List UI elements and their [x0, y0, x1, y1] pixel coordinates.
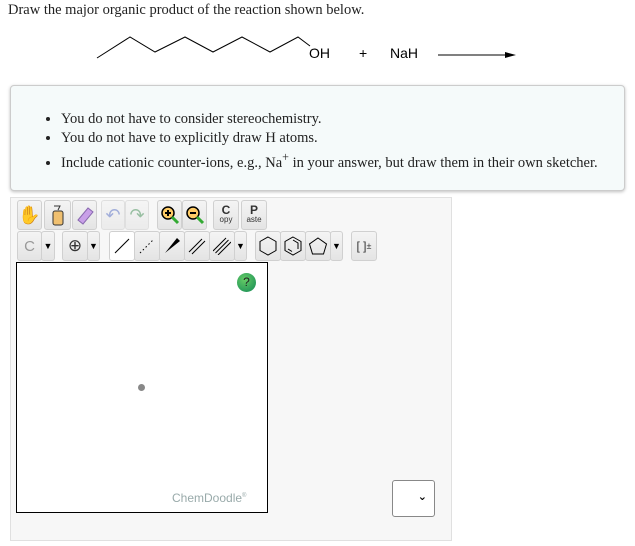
- double-bond-button[interactable]: [184, 231, 210, 261]
- arrow-head: [505, 52, 516, 58]
- dropdown-arrow-icon: ▼: [89, 241, 98, 251]
- instructions-box: You do not have to consider stereochemis…: [10, 85, 625, 191]
- hash-bond-button[interactable]: [134, 231, 160, 261]
- triple-bond-icon: [213, 237, 231, 255]
- pan-hand-button[interactable]: ✋: [17, 200, 42, 230]
- plus-circle-icon: ⊕: [67, 236, 83, 255]
- chemdoodle-watermark: ChemDoodle®: [172, 491, 246, 505]
- reagent-label: NaH: [390, 45, 419, 61]
- reaction-scheme: [96, 36, 516, 59]
- benzene-button[interactable]: [280, 231, 306, 261]
- eraser-icon: [76, 207, 94, 225]
- benzene-icon: [284, 236, 302, 256]
- cyclohexane-button[interactable]: [255, 231, 281, 261]
- octanol-chain: [96, 36, 311, 59]
- zoom-out-button[interactable]: [182, 200, 207, 230]
- plus-minus-icon: ±: [366, 241, 372, 251]
- wedge-bond-button[interactable]: [159, 231, 185, 261]
- copy-label: C: [221, 203, 231, 217]
- undo-button[interactable]: ↶: [101, 200, 125, 230]
- zoom-in-icon: [160, 206, 179, 225]
- brand-text: ChemDoodle: [172, 491, 243, 505]
- chevron-down-icon: ⌄: [417, 490, 427, 503]
- hexagon-icon: [259, 236, 277, 256]
- plus-sign: +: [359, 45, 368, 61]
- registered-mark: ®: [242, 493, 247, 499]
- redo-button[interactable]: ↷: [125, 200, 149, 230]
- charge-superscript: +: [282, 150, 289, 164]
- clear-button[interactable]: [44, 200, 71, 230]
- bracket-charge-button[interactable]: [ ] ±: [351, 231, 377, 261]
- instruction-text: in your answer, but draw them in their o…: [288, 154, 598, 171]
- charge-plus-button[interactable]: ⊕: [62, 231, 88, 261]
- atom-dropdown-button[interactable]: ▼: [41, 231, 55, 261]
- instruction-text: Include cationic counter-ions, e.g., Na: [61, 154, 283, 171]
- bond-dropdown-button[interactable]: ▼: [234, 231, 247, 261]
- hydroxyl-label: OH: [309, 45, 330, 61]
- wedge-bond-icon: [165, 238, 180, 253]
- eraser-button[interactable]: [72, 200, 97, 230]
- pentagon-icon: [308, 237, 328, 255]
- undo-icon: ↶: [105, 204, 121, 225]
- zoom-out-icon: [185, 206, 204, 225]
- redo-icon: ↷: [129, 204, 145, 225]
- bracket-icon: [ ]: [356, 239, 367, 253]
- copy-sublabel: opy: [219, 215, 233, 224]
- hashed-bond-icon: [139, 238, 155, 254]
- paste-button[interactable]: Paste: [241, 200, 267, 230]
- dropdown-arrow-icon: ▼: [236, 241, 245, 251]
- carbon-atom-button[interactable]: C: [17, 231, 42, 261]
- paste-label: P: [249, 203, 258, 217]
- charge-dropdown-button[interactable]: ▼: [87, 231, 100, 261]
- single-bond-button[interactable]: [109, 231, 135, 261]
- help-button[interactable]: ?: [237, 273, 256, 292]
- dropdown-arrow-icon: ▼: [43, 241, 53, 251]
- zoom-in-button[interactable]: [157, 200, 182, 230]
- answer-select[interactable]: ⌄: [392, 480, 435, 517]
- wash-bottle-icon: [52, 205, 63, 226]
- instruction-item: Include cationic counter-ions, e.g., Na+…: [61, 148, 624, 173]
- triple-bond-button[interactable]: [209, 231, 235, 261]
- dropdown-arrow-icon: ▼: [332, 241, 341, 251]
- instruction-item: You do not have to explicitly draw H ato…: [61, 129, 624, 148]
- question-mark-icon: ?: [243, 275, 250, 289]
- single-bond-icon: [114, 238, 130, 254]
- copy-button[interactable]: Copy: [213, 200, 239, 230]
- hand-icon: ✋: [18, 204, 41, 225]
- canvas-cursor-dot: [138, 384, 145, 391]
- ring-dropdown-button[interactable]: ▼: [330, 231, 343, 261]
- instruction-item: You do not have to consider stereochemis…: [61, 110, 624, 129]
- paste-sublabel: aste: [246, 215, 262, 224]
- double-bond-icon: [188, 238, 206, 255]
- cyclopentane-button[interactable]: [305, 231, 331, 261]
